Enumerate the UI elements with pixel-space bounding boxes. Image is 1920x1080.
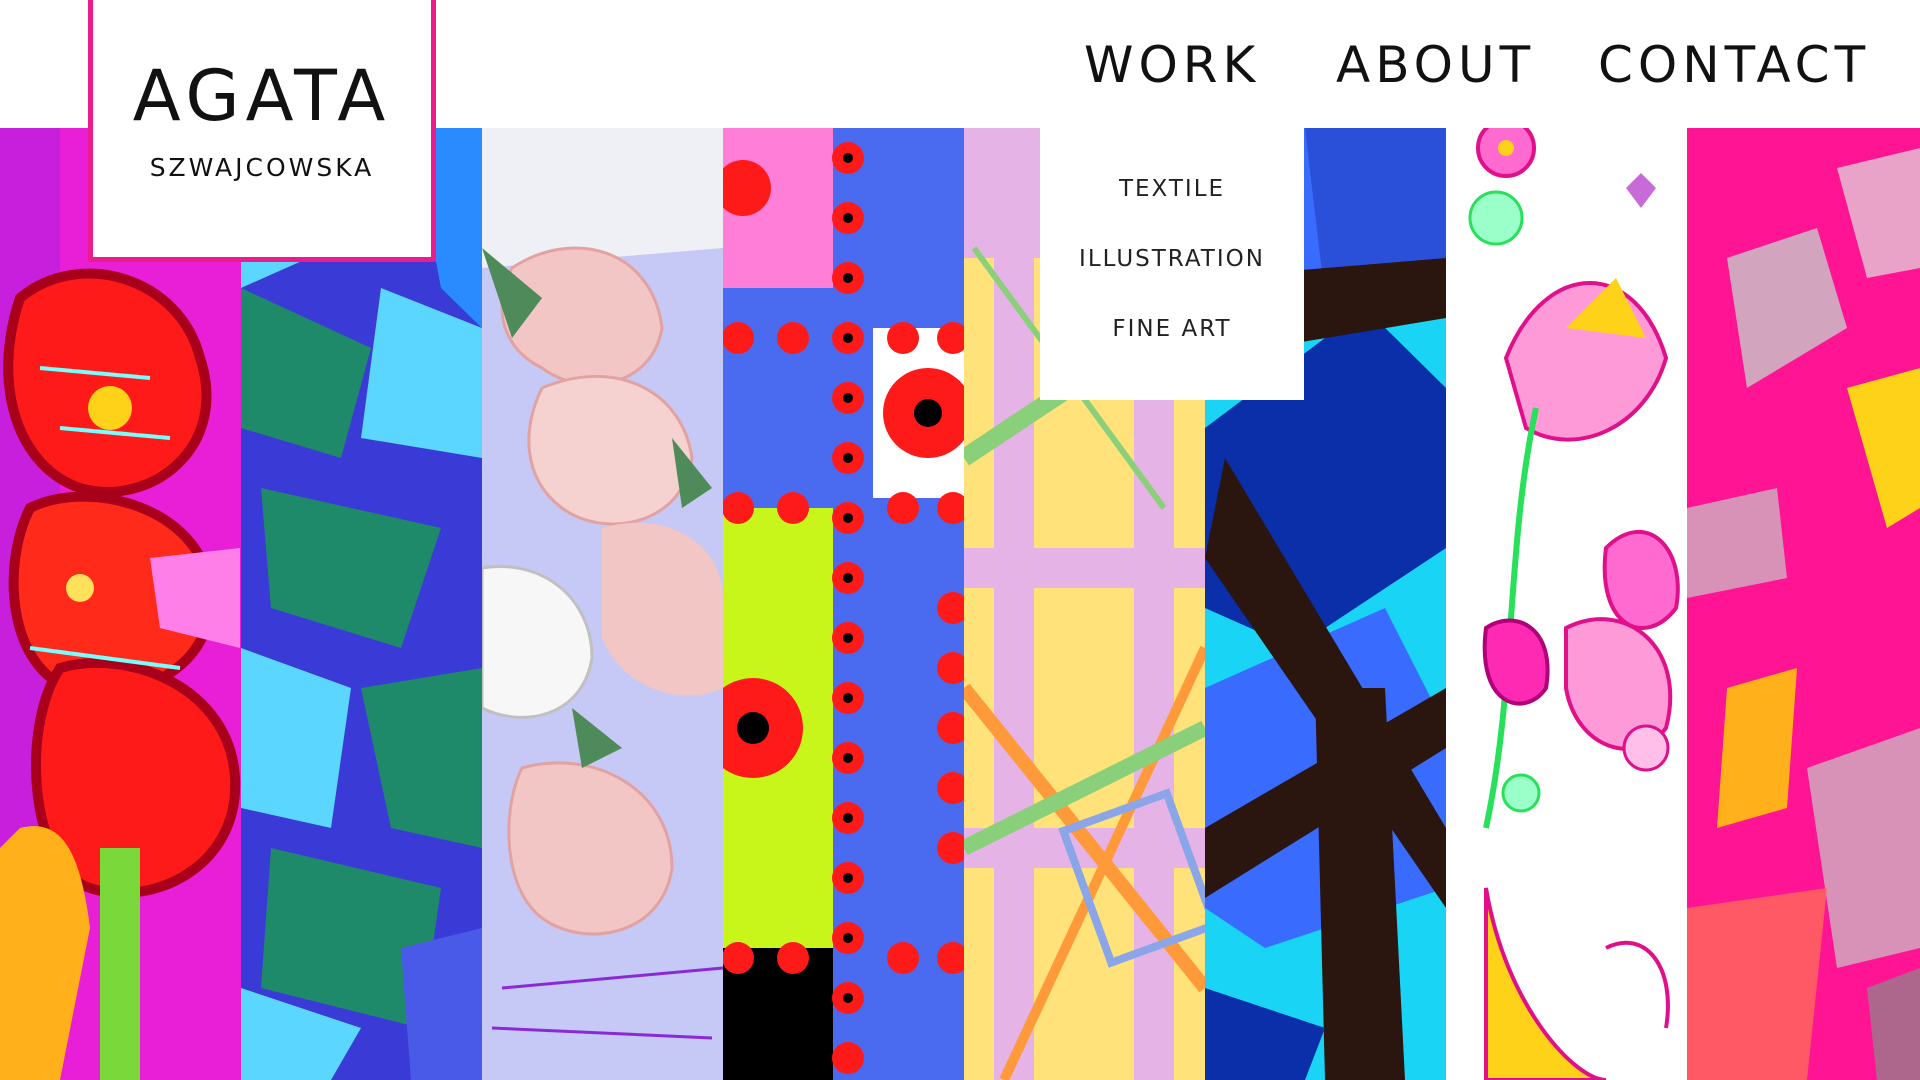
artwork-pink-abstract[interactable] — [1687, 128, 1920, 1080]
menu-item-fine-art[interactable]: FINE ART — [1040, 318, 1304, 341]
artwork-drawn-flowers-image — [1446, 128, 1687, 1080]
nav-contact[interactable]: CONTACT — [1598, 40, 1870, 90]
logo-first-name: AGATA — [132, 55, 392, 137]
artwork-pink-abstract-image — [1687, 128, 1920, 1080]
menu-item-textile[interactable]: TEXTILE — [1040, 178, 1304, 201]
menu-item-illustration[interactable]: ILLUSTRATION — [1040, 248, 1304, 271]
artwork-red-poppies[interactable] — [0, 128, 241, 1080]
artwork-blue-leaves[interactable] — [241, 128, 482, 1080]
work-dropdown-menu: TEXTILE ILLUSTRATION FINE ART — [1040, 128, 1304, 400]
artwork-flower-grid[interactable] — [723, 128, 964, 1080]
site-logo[interactable]: AGATA SZWAJCOWSKA — [88, 0, 436, 262]
nav-about[interactable]: ABOUT — [1336, 40, 1535, 90]
artwork-gallery — [0, 128, 1920, 1080]
nav-work[interactable]: WORK — [1084, 40, 1260, 90]
artwork-drawn-flowers[interactable] — [1446, 128, 1687, 1080]
artwork-pink-petals-image — [482, 128, 723, 1080]
artwork-pink-petals[interactable] — [482, 128, 723, 1080]
artwork-blue-leaves-image — [241, 128, 482, 1080]
artwork-red-poppies-image — [0, 128, 241, 1080]
artwork-flower-grid-image — [723, 128, 964, 1080]
logo-surname: SZWAJCOWSKA — [149, 153, 375, 182]
